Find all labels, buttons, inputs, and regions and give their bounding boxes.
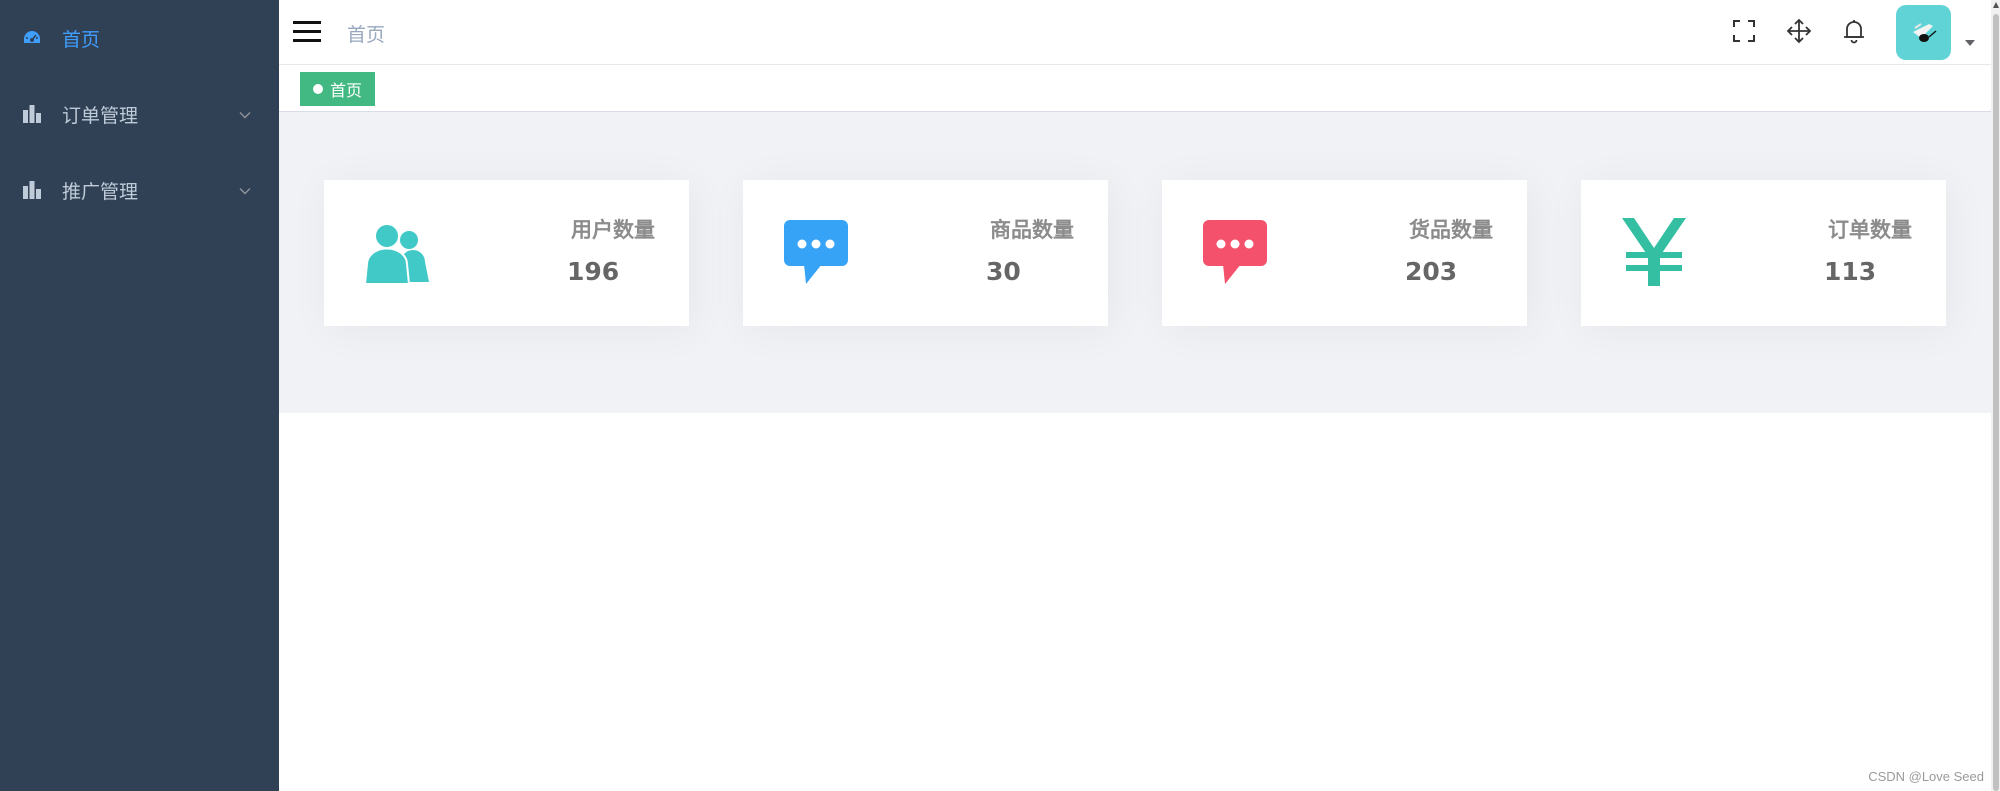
- card-users[interactable]: 用户数量 196: [324, 180, 689, 326]
- chevron-down-icon: [239, 181, 251, 200]
- watermark: CSDN @Love Seed: [1868, 769, 1984, 784]
- people-icon: [362, 216, 432, 288]
- tag-home[interactable]: 首页: [300, 72, 376, 106]
- sidebar: 首页 订单管理 推广管理: [0, 0, 279, 791]
- breadcrumb[interactable]: 首页: [347, 20, 385, 47]
- sidebar-item-home[interactable]: 首页: [0, 0, 279, 76]
- card-value: 113: [1824, 257, 1877, 286]
- card-label: 用户数量: [571, 218, 655, 242]
- card-label: 商品数量: [990, 218, 1074, 242]
- sidebar-item-promotion[interactable]: 推广管理: [0, 152, 279, 228]
- message-icon: [781, 216, 851, 288]
- caret-down-icon[interactable]: [1965, 40, 1975, 46]
- move-icon[interactable]: [1784, 16, 1814, 46]
- navbar: 首页: [279, 0, 1991, 65]
- hamburger-icon[interactable]: [293, 20, 321, 44]
- card-value: 203: [1405, 257, 1458, 286]
- tag-label: 首页: [330, 81, 363, 100]
- chevron-down-icon: [239, 105, 251, 124]
- chart-bar-icon: [20, 102, 44, 126]
- sidebar-item-orders[interactable]: 订单管理: [0, 76, 279, 152]
- fullscreen-icon[interactable]: [1729, 16, 1759, 46]
- card-label: 订单数量: [1828, 218, 1912, 242]
- sidebar-item-label: 推广管理: [62, 180, 139, 203]
- panel-group: 用户数量 196 商品数量 30 货品数量 203 订单数量 113: [279, 112, 1991, 413]
- card-orders[interactable]: 订单数量 113: [1581, 180, 1946, 326]
- card-goods[interactable]: 商品数量 30: [743, 180, 1108, 326]
- sidebar-item-label: 订单管理: [62, 104, 139, 127]
- dot-icon: [313, 84, 323, 94]
- dashboard-icon: [20, 26, 44, 50]
- scroll-up-arrow-icon[interactable]: [1993, 2, 1999, 8]
- chart-bar-icon: [20, 178, 44, 202]
- card-label: 货品数量: [1409, 218, 1493, 242]
- bell-icon[interactable]: [1839, 16, 1869, 46]
- sidebar-item-label: 首页: [62, 28, 101, 51]
- card-value: 196: [567, 257, 620, 286]
- card-value: 30: [986, 257, 1021, 286]
- tags-view: 首页: [279, 65, 1991, 112]
- yen-icon: [1619, 216, 1689, 288]
- message-icon: [1200, 216, 1270, 288]
- user-avatar[interactable]: [1896, 5, 1951, 60]
- scrollbar-thumb[interactable]: [1993, 14, 1999, 791]
- card-items[interactable]: 货品数量 203: [1162, 180, 1527, 326]
